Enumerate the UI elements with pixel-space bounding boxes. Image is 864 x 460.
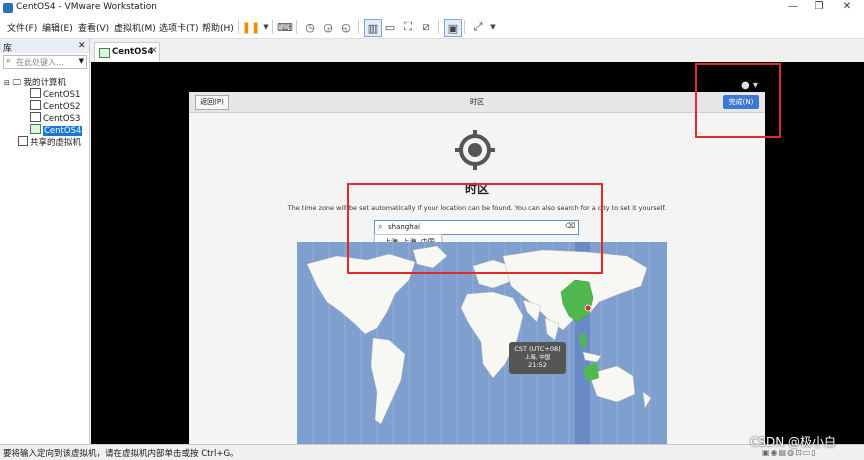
search-icon: ⌕ (6, 56, 12, 66)
tree-item-vm[interactable]: CentOS2 (30, 100, 80, 112)
tree-item-vm[interactable]: CentOS3 (30, 112, 80, 124)
fullscreen-icon[interactable]: ⛶ (400, 19, 416, 35)
tree-label: CentOS1 (43, 90, 81, 100)
toolbar-separator (296, 20, 297, 34)
tree-item-vm-selected[interactable]: CentOS4 (30, 124, 83, 136)
chevron-down-icon[interactable]: ▼ (79, 57, 84, 65)
stretch-dropdown-icon[interactable]: ▼ (485, 19, 501, 35)
snapshot-manager-icon[interactable]: ◵ (338, 19, 354, 35)
tab-centos4[interactable]: CentOS4 ✕ (94, 42, 160, 62)
tab-bar: CentOS4 ✕ (90, 39, 864, 62)
annotation-box-search (347, 183, 603, 274)
toolbar-separator (358, 20, 359, 34)
tooltip-city: 上海, 中国 (524, 355, 551, 361)
revert-snapshot-icon[interactable]: ◶ (320, 19, 336, 35)
vmware-app-icon (3, 3, 13, 13)
tree-label: CentOS4 (43, 126, 83, 136)
unity-icon[interactable]: ⧄ (418, 19, 434, 35)
toolbar-separator (464, 20, 465, 34)
vm-running-icon (30, 124, 41, 134)
restore-button[interactable]: ❐ (806, 1, 832, 12)
send-keys-icon[interactable]: ⌨ (277, 19, 293, 35)
console-icon[interactable]: ▣ (444, 19, 462, 37)
menu-help[interactable]: 帮助(H) (202, 21, 234, 34)
vm-icon (30, 100, 41, 110)
tree-label: CentOS2 (43, 102, 81, 112)
status-bar: 要将输入定向到该虚拟机，请在虚拟机内部单击或按 Ctrl+G。 ▣◉▤◍⊡▭▯ (0, 444, 864, 460)
selected-location-pin-icon (584, 304, 592, 312)
menu-file[interactable]: 文件(F) (7, 21, 37, 34)
watermark: CSDN @极小白 (750, 435, 837, 449)
tooltip-time: 21:52 (528, 361, 547, 369)
window-title: CentOS4 - VMware Workstation (16, 2, 158, 12)
annotation-box-done (695, 63, 781, 138)
sidebar-toggle-icon[interactable]: ▥ (364, 19, 382, 37)
tree-item-my-computer[interactable]: ⊟ 🖵 我的计算机 (4, 76, 66, 88)
library-sidebar: 库 ✕ ⌕ 在此处键入... ▼ ⊟ 🖵 我的计算机 CentOS1 CentO… (0, 39, 90, 444)
tree-item-vm[interactable]: CentOS1 (30, 88, 80, 100)
collapse-icon[interactable]: ⊟ (4, 79, 10, 87)
thumbnail-icon[interactable]: ▭ (382, 19, 398, 35)
tree-item-shared[interactable]: 共享的虚拟机 (18, 136, 81, 148)
library-close-icon[interactable]: ✕ (78, 41, 86, 51)
pause-icon[interactable]: ❚❚ (242, 19, 260, 35)
timezone-crosshair-icon (455, 130, 495, 170)
menu-edit[interactable]: 编辑(E) (42, 21, 73, 34)
menu-view[interactable]: 查看(V) (78, 21, 109, 34)
search-placeholder: 在此处键入... (16, 58, 64, 67)
toolbar-separator (272, 20, 273, 34)
title-bar: CentOS4 - VMware Workstation — ❐ ✕ (0, 0, 864, 16)
timezone-tooltip: CST (UTC+08) 上海, 中国 21:52 (509, 342, 566, 374)
shared-vm-icon (18, 136, 28, 146)
stretch-icon[interactable]: ⤢ (470, 19, 486, 35)
close-button[interactable]: ✕ (834, 1, 860, 12)
tree-label: CentOS3 (43, 114, 81, 124)
status-message: 要将输入定向到该虚拟机，请在虚拟机内部单击或按 Ctrl+G。 (3, 449, 239, 459)
installer-title: 时区 (470, 98, 484, 106)
computer-icon: 🖵 (12, 78, 21, 88)
library-header: 库 ✕ (0, 39, 89, 54)
vm-icon (30, 88, 41, 98)
vm-running-icon (99, 48, 110, 58)
vm-icon (30, 112, 41, 122)
library-title: 库 (3, 44, 13, 54)
tab-label: CentOS4 (112, 47, 154, 57)
menu-tabs[interactable]: 选项卡(T) (159, 21, 199, 34)
tree-label: 我的计算机 (23, 78, 66, 88)
menu-vm[interactable]: 虚拟机(M) (114, 21, 156, 34)
toolbar-separator (438, 20, 439, 34)
toolbar-separator (238, 20, 239, 34)
tree-label: 共享的虚拟机 (30, 138, 82, 148)
library-search-input[interactable]: ⌕ 在此处键入... ▼ (3, 55, 87, 69)
tab-close-icon[interactable]: ✕ (150, 46, 158, 56)
minimize-button[interactable]: — (780, 1, 806, 12)
menu-bar: 文件(F) 编辑(E) 查看(V) 虚拟机(M) 选项卡(T) 帮助(H) ❚❚… (0, 16, 864, 39)
snapshot-icon[interactable]: ◷ (302, 19, 318, 35)
installer-header: 返回(P) 时区 完成(N) (189, 92, 765, 113)
tooltip-zone: CST (UTC+08) (514, 345, 561, 353)
